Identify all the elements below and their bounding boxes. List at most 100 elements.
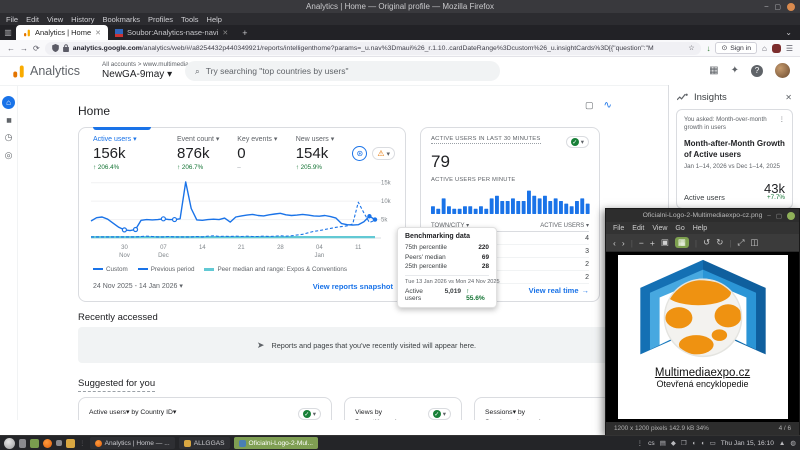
insight-card[interactable]: You asked: Month-over-month growth in us… xyxy=(676,109,793,209)
close-insights-icon[interactable]: ✕ xyxy=(785,93,792,102)
volume-icon-2[interactable]: ◖ xyxy=(701,440,705,447)
hamburger-menu-icon[interactable]: ☰ xyxy=(786,44,793,53)
suggested-card-country[interactable]: Active users▾ by Country ID▾ ✓▾ xyxy=(78,397,332,420)
minimize-icon[interactable]: – xyxy=(767,212,771,219)
menu-history[interactable]: History xyxy=(71,15,94,24)
data-quality-dropdown[interactable]: ✓▾ xyxy=(566,136,589,148)
data-quality-dropdown[interactable]: ✓▾ xyxy=(298,408,321,420)
col-active-users[interactable]: ACTIVE USERS ▾ xyxy=(540,222,589,229)
trash-icon[interactable]: ◫ xyxy=(750,237,758,248)
show-desktop-icon[interactable] xyxy=(19,439,26,448)
firefox-launcher-icon[interactable] xyxy=(43,439,52,448)
minimize-icon[interactable]: – xyxy=(764,3,768,10)
taskbar-window-allggas[interactable]: ALLGGAS xyxy=(179,437,230,449)
taskbar-window-firefox[interactable]: Analytics | Home — ... xyxy=(90,437,175,449)
insights-toggle-icon[interactable]: ∿ xyxy=(604,100,612,111)
profile-icon[interactable]: ▥ xyxy=(0,25,16,40)
nav-home-icon[interactable]: ⌂ xyxy=(2,96,15,109)
extension-icon[interactable] xyxy=(772,44,781,53)
previous-image-icon[interactable]: ‹ xyxy=(613,238,616,248)
bookmark-star-icon[interactable]: ☆ xyxy=(688,44,694,52)
sign-in-button[interactable]: ⊙ Sign in xyxy=(715,42,757,54)
files-launcher-icon[interactable] xyxy=(66,439,75,448)
gemini-sparkle-icon[interactable]: ✦ xyxy=(731,65,739,76)
taskbar-window-viewer[interactable]: Oficialni-Logo-2-Mul... xyxy=(234,437,319,449)
viewer-menu-go[interactable]: Go xyxy=(675,225,684,232)
shield-icon[interactable]: ◆ xyxy=(671,439,676,447)
restore-icon[interactable]: ▢ xyxy=(776,212,782,220)
view-reports-snapshot-link[interactable]: View reports snapshot xyxy=(313,282,393,291)
collapse-tray-icon[interactable]: ▲ xyxy=(779,440,785,447)
viewer-titlebar[interactable]: Oficialni-Logo-2-Multimediaexpo-cz.png –… xyxy=(606,209,799,222)
downloads-icon[interactable]: ↓ xyxy=(706,44,710,53)
metric-new-users[interactable]: New users ▾ 154k ↑ 205.9% xyxy=(296,136,353,171)
tab-soubor-analytics[interactable]: Soubor:Analytics-nase-navi ✕ xyxy=(108,25,235,40)
mint-menu-button[interactable] xyxy=(4,438,15,449)
kebab-menu-icon[interactable]: ⋮ xyxy=(779,116,785,133)
close-icon[interactable] xyxy=(787,3,795,11)
viewer-menu-edit[interactable]: Edit xyxy=(632,225,644,232)
zoom-out-icon[interactable]: − xyxy=(639,238,644,248)
forward-icon[interactable]: → xyxy=(20,44,28,53)
fullscreen-icon[interactable]: ⤢ xyxy=(738,237,745,248)
viewer-menu-view[interactable]: View xyxy=(652,225,667,232)
menu-bookmarks[interactable]: Bookmarks xyxy=(103,15,141,24)
keyboard-layout[interactable]: cs xyxy=(648,440,655,447)
rotate-left-icon[interactable]: ↺ xyxy=(703,237,710,248)
list-tabs-icon[interactable]: ⌄ xyxy=(785,25,800,40)
terminal-launcher-icon[interactable] xyxy=(30,439,39,448)
tab-close-icon[interactable]: ✕ xyxy=(95,29,101,37)
data-warning-dropdown[interactable]: ⚠▾ xyxy=(372,147,395,160)
diagnostics-grid-icon[interactable]: ▦ xyxy=(709,65,718,76)
metric-event-count[interactable]: Event count ▾ 876k ↑ 206.7% xyxy=(177,136,237,171)
viewer-menu-file[interactable]: File xyxy=(613,225,624,232)
customize-report-icon[interactable]: ▢ xyxy=(585,100,594,111)
back-icon[interactable]: ← xyxy=(7,44,15,53)
viewer-menu-help[interactable]: Help xyxy=(693,225,707,232)
reload-icon[interactable]: ⟳ xyxy=(33,44,40,53)
tab-analytics-home[interactable]: Analytics | Home ✕ xyxy=(16,25,108,40)
volume-icon[interactable]: ◖ xyxy=(692,440,696,447)
viewer-canvas[interactable]: Multimediaexpo.cz Otevřená encyklopedie xyxy=(606,252,799,422)
view-realtime-link[interactable]: View real time→ xyxy=(529,286,589,295)
nav-advertising-icon[interactable]: ◎ xyxy=(5,151,13,160)
window-tray-icon[interactable]: ❐ xyxy=(681,439,687,447)
menu-view[interactable]: View xyxy=(47,15,63,24)
ga-logo[interactable]: Analytics xyxy=(12,64,80,78)
metric-active-users[interactable]: Active users ▾ 156k ↑ 206.4% xyxy=(93,136,177,171)
nav-explore-icon[interactable]: ◷ xyxy=(5,133,13,142)
next-image-icon[interactable]: › xyxy=(622,238,625,248)
metric-key-events[interactable]: Key events ▾ 0 – xyxy=(237,136,295,171)
normal-size-icon[interactable]: ▣ xyxy=(661,237,669,248)
menu-profiles[interactable]: Profiles xyxy=(148,15,173,24)
clipboard-icon[interactable]: ▤ xyxy=(660,439,666,447)
data-quality-dropdown[interactable]: ✓▾ xyxy=(428,408,451,420)
firefox-titlebar[interactable]: Analytics | Home — Original profile — Mo… xyxy=(0,0,800,13)
new-tab-button[interactable]: + xyxy=(235,25,254,40)
help-icon[interactable]: ? xyxy=(751,65,763,77)
zoom-in-icon[interactable]: + xyxy=(650,238,655,248)
search-input[interactable]: ⌕ Try searching "top countries by users" xyxy=(185,61,500,81)
close-icon[interactable] xyxy=(787,212,795,220)
battery-icon[interactable]: ▭ xyxy=(710,439,716,447)
restore-icon[interactable]: ▢ xyxy=(774,3,781,11)
benchmarking-icon[interactable]: ⊛ xyxy=(352,146,367,161)
date-range-picker[interactable]: 24 Nov 2025 - 14 Jan 2026 ▾ xyxy=(93,282,183,291)
rotate-right-icon[interactable]: ↻ xyxy=(716,237,723,248)
users-over-time-chart[interactable]: 15k10k5k30Nov07Dec14212804Jan11 xyxy=(87,176,401,262)
menu-tools[interactable]: Tools xyxy=(181,15,199,24)
best-fit-icon[interactable]: ▦ xyxy=(675,237,689,248)
folder-icon xyxy=(184,440,191,447)
avatar[interactable] xyxy=(775,63,790,78)
tab-close-icon[interactable]: ✕ xyxy=(222,29,228,37)
suggested-card-views[interactable]: Views byPage title and scree... ✓▾ xyxy=(344,397,462,420)
menu-help[interactable]: Help xyxy=(207,15,222,24)
firefox-view-icon[interactable]: ⌂ xyxy=(762,44,767,53)
notifications-icon[interactable]: ◍ xyxy=(790,439,796,447)
clock[interactable]: Thu Jan 15, 16:10 xyxy=(721,440,774,447)
menu-edit[interactable]: Edit xyxy=(26,15,39,24)
menu-file[interactable]: File xyxy=(6,15,18,24)
nav-reports-icon[interactable]: ▮▮ xyxy=(6,118,11,124)
url-bar[interactable]: analytics.google.com/analytics/web/#/a82… xyxy=(45,42,702,55)
app-launcher-icon[interactable] xyxy=(56,440,62,446)
